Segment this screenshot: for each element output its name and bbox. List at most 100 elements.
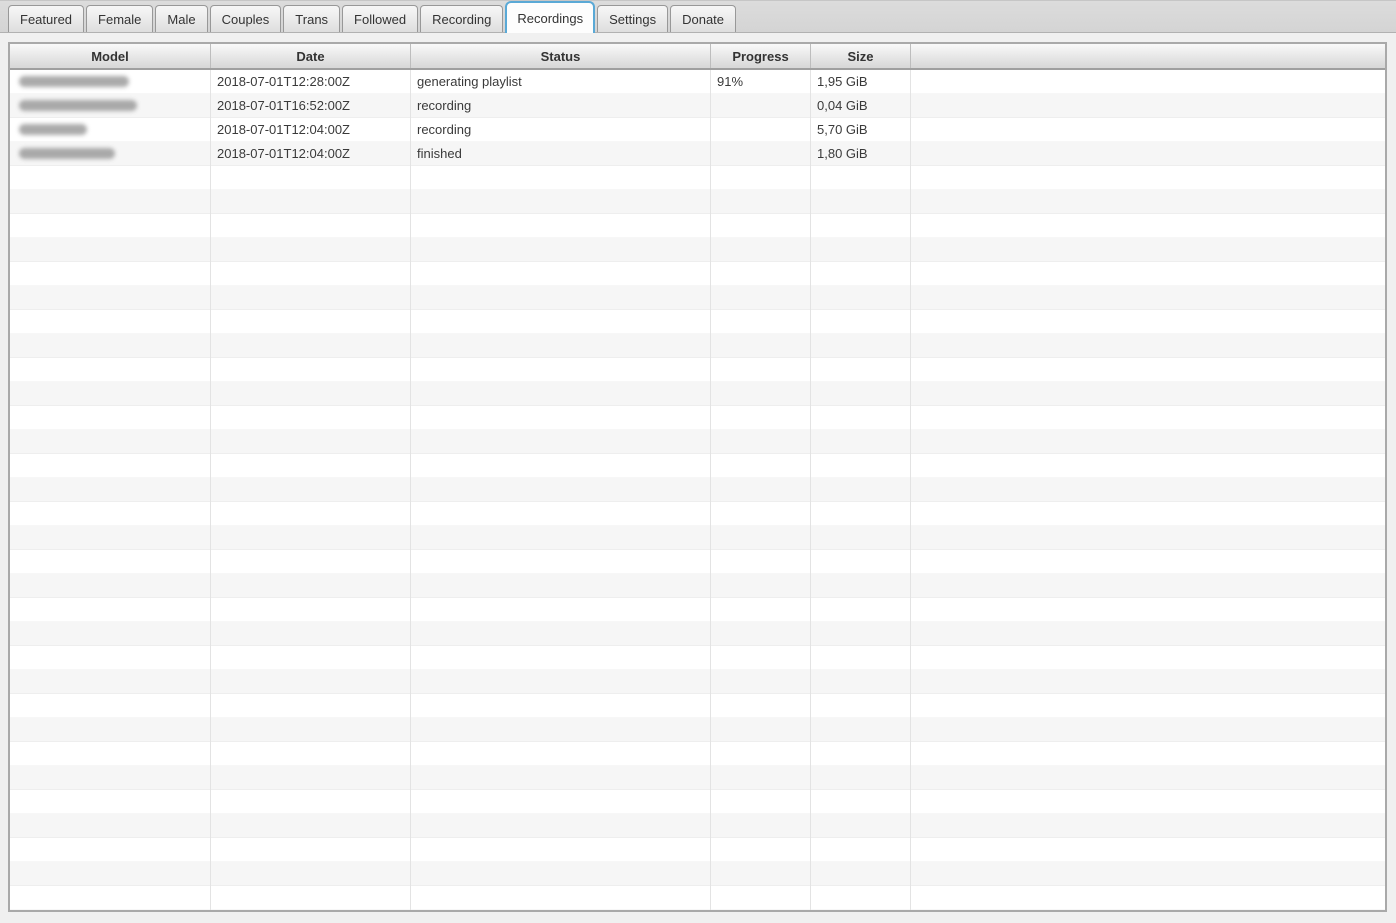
table-row-empty[interactable]: [10, 430, 1385, 454]
table-row-empty[interactable]: [10, 814, 1385, 838]
tab-settings[interactable]: Settings: [597, 5, 669, 32]
column-header-model[interactable]: Model: [10, 44, 211, 68]
cell-size: [811, 862, 911, 886]
table-row-empty[interactable]: [10, 646, 1385, 670]
cell-model: [10, 526, 211, 550]
column-header-size[interactable]: Size: [811, 44, 911, 68]
cell-status: [411, 454, 711, 478]
tab-donate[interactable]: Donate: [670, 5, 737, 32]
column-header-progress[interactable]: Progress: [711, 44, 811, 68]
table-row-empty[interactable]: [10, 742, 1385, 766]
cell-progress: [711, 142, 811, 166]
cell-size: [811, 574, 911, 598]
cell-status: [411, 502, 711, 526]
cell-date: [211, 766, 411, 790]
table-header-row: Model Date Status Progress Size: [10, 44, 1385, 70]
table-row[interactable]: 2018-07-01T12:04:00Z recording 5,70 GiB: [10, 118, 1385, 142]
table-row-empty[interactable]: [10, 214, 1385, 238]
cell-size: [811, 286, 911, 310]
cell-progress: [711, 334, 811, 358]
tab-recordings[interactable]: Recordings: [505, 1, 596, 33]
tab-male[interactable]: Male: [155, 5, 208, 32]
table-row-empty[interactable]: [10, 238, 1385, 262]
cell-model: [10, 262, 211, 286]
table-row-empty[interactable]: [10, 550, 1385, 574]
cell-filler: [911, 310, 1385, 334]
table-row-empty[interactable]: [10, 502, 1385, 526]
cell-size: 0,04 GiB: [811, 94, 911, 118]
table-row-empty[interactable]: [10, 598, 1385, 622]
cell-model: [10, 454, 211, 478]
table-row-empty[interactable]: [10, 406, 1385, 430]
table-row[interactable]: 2018-07-01T12:04:00Z finished 1,80 GiB: [10, 142, 1385, 166]
tab-couples[interactable]: Couples: [209, 5, 282, 32]
cell-size: [811, 790, 911, 814]
cell-model: [10, 862, 211, 886]
tab-followed[interactable]: Followed: [342, 5, 419, 32]
table-row-empty[interactable]: [10, 190, 1385, 214]
table-row-empty[interactable]: [10, 382, 1385, 406]
cell-progress: [711, 118, 811, 142]
cell-filler: [911, 670, 1385, 694]
table-row-empty[interactable]: [10, 358, 1385, 382]
cell-size: [811, 718, 911, 742]
table-row-empty[interactable]: [10, 574, 1385, 598]
table-row-empty[interactable]: [10, 478, 1385, 502]
tab-featured[interactable]: Featured: [8, 5, 85, 32]
table-row-empty[interactable]: [10, 334, 1385, 358]
tab-female[interactable]: Female: [86, 5, 154, 32]
cell-model: [10, 286, 211, 310]
table-row-empty[interactable]: [10, 310, 1385, 334]
cell-date: 2018-07-01T12:28:00Z: [211, 70, 411, 94]
tab-recording[interactable]: Recording: [420, 5, 504, 32]
table-row-empty[interactable]: [10, 286, 1385, 310]
cell-filler: [911, 286, 1385, 310]
cell-filler: [911, 790, 1385, 814]
table-row-empty[interactable]: [10, 886, 1385, 910]
cell-status: [411, 310, 711, 334]
table-row-empty[interactable]: [10, 166, 1385, 190]
cell-model: [10, 502, 211, 526]
table-row-empty[interactable]: [10, 790, 1385, 814]
recordings-table: Model Date Status Progress Size 2018-07-01T1…: [8, 42, 1387, 912]
table-row-empty[interactable]: [10, 526, 1385, 550]
cell-date: 2018-07-01T16:52:00Z: [211, 94, 411, 118]
cell-size: [811, 358, 911, 382]
cell-status: [411, 382, 711, 406]
column-header-status[interactable]: Status: [411, 44, 711, 68]
table-row-empty[interactable]: [10, 454, 1385, 478]
cell-model: [10, 190, 211, 214]
cell-model: [10, 214, 211, 238]
cell-progress: [711, 814, 811, 838]
tab-trans[interactable]: Trans: [283, 5, 341, 32]
table-row[interactable]: 2018-07-01T16:52:00Z recording 0,04 GiB: [10, 94, 1385, 118]
cell-progress: [711, 838, 811, 862]
table-row-empty[interactable]: [10, 694, 1385, 718]
cell-model: [10, 646, 211, 670]
table-row-empty[interactable]: [10, 670, 1385, 694]
cell-filler: [911, 886, 1385, 910]
cell-model: [10, 598, 211, 622]
cell-date: [211, 214, 411, 238]
redacted-model-name: [19, 124, 87, 135]
cell-model: [10, 742, 211, 766]
cell-size: [811, 214, 911, 238]
table-row[interactable]: 2018-07-01T12:28:00Z generating playlist 9…: [10, 70, 1385, 94]
table-row-empty[interactable]: [10, 262, 1385, 286]
column-header-date[interactable]: Date: [211, 44, 411, 68]
cell-date: [211, 406, 411, 430]
table-row-empty[interactable]: [10, 862, 1385, 886]
table-row-empty[interactable]: [10, 622, 1385, 646]
table-row-empty[interactable]: [10, 718, 1385, 742]
cell-date: [211, 334, 411, 358]
cell-model: [10, 94, 211, 118]
cell-date: [211, 646, 411, 670]
cell-status: [411, 718, 711, 742]
table-row-empty[interactable]: [10, 838, 1385, 862]
cell-model: [10, 334, 211, 358]
tab-bar: Featured Female Male Couples Trans Followed Re…: [0, 0, 1396, 33]
cell-date: [211, 622, 411, 646]
app-window: Featured Female Male Couples Trans Followed Re…: [0, 0, 1396, 923]
table-row-empty[interactable]: [10, 766, 1385, 790]
cell-model: [10, 550, 211, 574]
